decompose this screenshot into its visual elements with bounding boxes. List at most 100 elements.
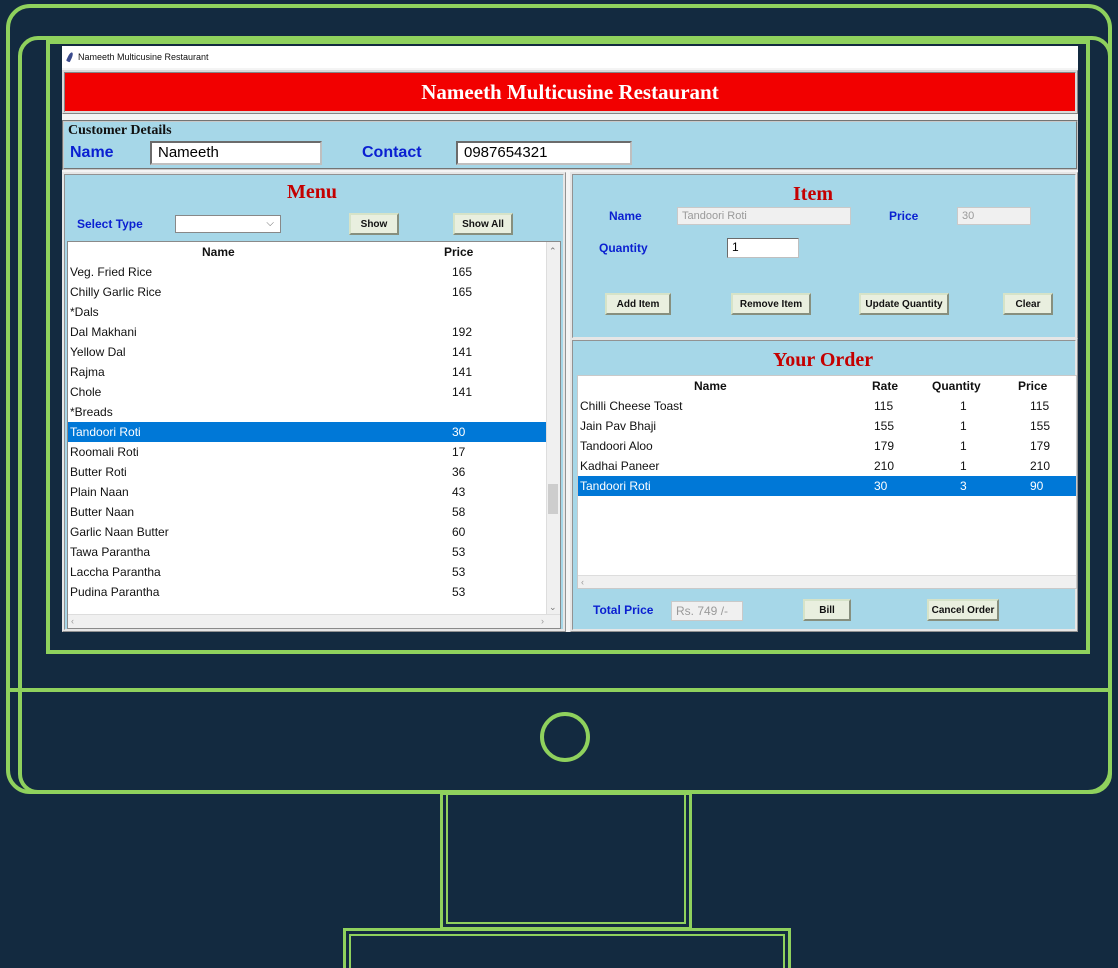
order-cell-name: Jain Pav Bhaji — [580, 419, 657, 433]
order-table-row[interactable]: Tandoori Roti 30 3 90 — [578, 476, 1076, 496]
menu-item-name: Garlic Naan Butter — [70, 525, 169, 539]
menu-item-price: 141 — [452, 345, 473, 359]
menu-item-name: Laccha Parantha — [70, 565, 161, 579]
order-panel: Your Order Name Rate Quantity Price Chil… — [570, 338, 1078, 632]
menu-item-name: Chole — [70, 385, 102, 399]
menu-item-price: 165 — [452, 285, 473, 299]
menu-item-price: 60 — [452, 525, 466, 539]
menu-item-name: Roomali Roti — [70, 445, 139, 459]
order-title: Your Order — [773, 349, 874, 371]
menu-item-price: 30 — [452, 425, 466, 439]
show-button[interactable]: Show — [349, 213, 399, 235]
window-titlebar: Nameeth Multicusine Restaurant — [62, 46, 1078, 68]
show-all-button[interactable]: Show All — [453, 213, 513, 235]
update-quantity-button[interactable]: Update Quantity — [859, 293, 949, 315]
customer-details-title: Customer Details — [68, 123, 172, 138]
cancel-order-button[interactable]: Cancel Order — [927, 599, 999, 621]
add-item-button[interactable]: Add Item — [605, 293, 671, 315]
order-cell-name: Kadhai Paneer — [580, 459, 660, 473]
menu-list[interactable]: Name Price Veg. Fried Rice 165 Chilly Garl… — [67, 241, 561, 629]
menu-list-item[interactable]: *Dals — [68, 302, 560, 322]
scroll-down-icon[interactable]: ⌄ — [549, 602, 557, 613]
order-col-quantity: Quantity — [932, 379, 981, 393]
quantity-input[interactable]: 1 — [727, 238, 799, 258]
customer-name-label: Name — [70, 144, 114, 161]
select-type-dropdown[interactable]: ⌵ — [175, 215, 281, 233]
item-price-label: Price — [889, 209, 919, 223]
menu-vertical-scrollbar[interactable]: ⌃ ⌄ — [546, 242, 560, 628]
order-cell-rate: 115 — [874, 399, 894, 413]
total-price-field[interactable]: Rs. 749 /- — [671, 601, 743, 621]
menu-item-price: 141 — [452, 385, 473, 399]
order-horizontal-scrollbar[interactable]: ‹ — [578, 575, 1076, 588]
order-cell-quantity: 1 — [960, 459, 967, 473]
menu-list-item[interactable]: Pudina Parantha 53 — [68, 582, 560, 602]
banner-title: Nameeth Multicusine Restaurant — [421, 79, 719, 104]
order-table-row[interactable]: Chilli Cheese Toast 115 1 115 — [578, 396, 1076, 416]
scroll-right-icon[interactable]: › — [541, 615, 544, 628]
menu-item-name: Butter Naan — [70, 505, 135, 519]
menu-item-price: 141 — [452, 365, 473, 379]
menu-list-item[interactable]: Laccha Parantha 53 — [68, 562, 560, 582]
monitor-stand-base — [343, 928, 791, 968]
menu-list-item[interactable]: Dal Makhani 192 — [68, 322, 560, 342]
order-cell-quantity: 1 — [960, 439, 967, 453]
order-table-header: Name Rate Quantity Price — [578, 376, 1076, 396]
menu-list-item[interactable]: Butter Naan 58 — [68, 502, 560, 522]
contact-label: Contact — [362, 144, 422, 161]
menu-list-item[interactable]: *Breads — [68, 402, 560, 422]
menu-item-name: *Breads — [70, 405, 113, 419]
menu-item-name: Veg. Fried Rice — [70, 265, 153, 279]
menu-item-name: Plain Naan — [70, 485, 129, 499]
menu-list-item[interactable]: Veg. Fried Rice 165 — [68, 262, 560, 282]
order-table-row[interactable]: Kadhai Paneer 210 1 210 — [578, 456, 1076, 476]
menu-list-item[interactable]: Roomali Roti 17 — [68, 442, 560, 462]
menu-item-price: 165 — [452, 265, 473, 279]
clear-button[interactable]: Clear — [1003, 293, 1053, 315]
contact-input[interactable]: 0987654321 — [456, 141, 632, 165]
order-table-row[interactable]: Jain Pav Bhaji 155 1 155 — [578, 416, 1076, 436]
order-cell-price: 115 — [1030, 399, 1050, 413]
menu-scroll-thumb[interactable] — [548, 484, 558, 514]
menu-item-name: Yellow Dal — [70, 345, 126, 359]
order-cell-quantity: 1 — [960, 419, 967, 433]
order-cell-rate: 210 — [874, 459, 895, 473]
menu-list-item[interactable]: Tandoori Roti 30 — [68, 422, 560, 442]
monitor-stand-neck — [440, 792, 692, 930]
item-price-field[interactable]: 30 — [957, 207, 1031, 225]
menu-item-price: 53 — [452, 565, 466, 579]
menu-list-item[interactable]: Yellow Dal 141 — [68, 342, 560, 362]
menu-list-item[interactable]: Rajma 141 — [68, 362, 560, 382]
menu-horizontal-scrollbar[interactable]: ‹ › — [68, 614, 560, 628]
order-cell-rate: 30 — [874, 479, 888, 493]
menu-list-item[interactable]: Garlic Naan Butter 60 — [68, 522, 560, 542]
order-table[interactable]: Name Rate Quantity Price Chilli Cheese T… — [577, 375, 1077, 589]
menu-item-price: 53 — [452, 585, 466, 599]
remove-item-button[interactable]: Remove Item — [731, 293, 811, 315]
scroll-left-icon[interactable]: ‹ — [581, 576, 584, 588]
item-name-field[interactable]: Tandoori Roti — [677, 207, 851, 225]
menu-item-price: 36 — [452, 465, 466, 479]
menu-list-item[interactable]: Plain Naan 43 — [68, 482, 560, 502]
customer-name-input[interactable]: Nameeth — [150, 141, 322, 165]
menu-list-item[interactable]: Chole 141 — [68, 382, 560, 402]
order-table-row[interactable]: Tandoori Aloo 179 1 179 — [578, 436, 1076, 456]
scroll-left-icon[interactable]: ‹ — [71, 615, 74, 628]
chevron-down-icon: ⌵ — [266, 218, 274, 229]
menu-list-item[interactable]: Tawa Parantha 53 — [68, 542, 560, 562]
menu-item-name: *Dals — [70, 305, 99, 319]
menu-item-name: Tandoori Roti — [70, 425, 141, 439]
menu-item-price: 43 — [452, 485, 466, 499]
item-title: Item — [793, 183, 833, 205]
order-cell-rate: 179 — [874, 439, 895, 453]
order-col-price: Price — [1018, 379, 1048, 393]
menu-title: Menu — [287, 181, 337, 203]
menu-list-item[interactable]: Butter Roti 36 — [68, 462, 560, 482]
order-cell-rate: 155 — [874, 419, 895, 433]
order-cell-name: Tandoori Roti — [580, 479, 651, 493]
bill-button[interactable]: Bill — [803, 599, 851, 621]
total-price-label: Total Price — [593, 603, 654, 617]
order-cell-price: 179 — [1030, 439, 1051, 453]
scroll-up-icon[interactable]: ⌃ — [549, 246, 557, 257]
menu-list-item[interactable]: Chilly Garlic Rice 165 — [68, 282, 560, 302]
